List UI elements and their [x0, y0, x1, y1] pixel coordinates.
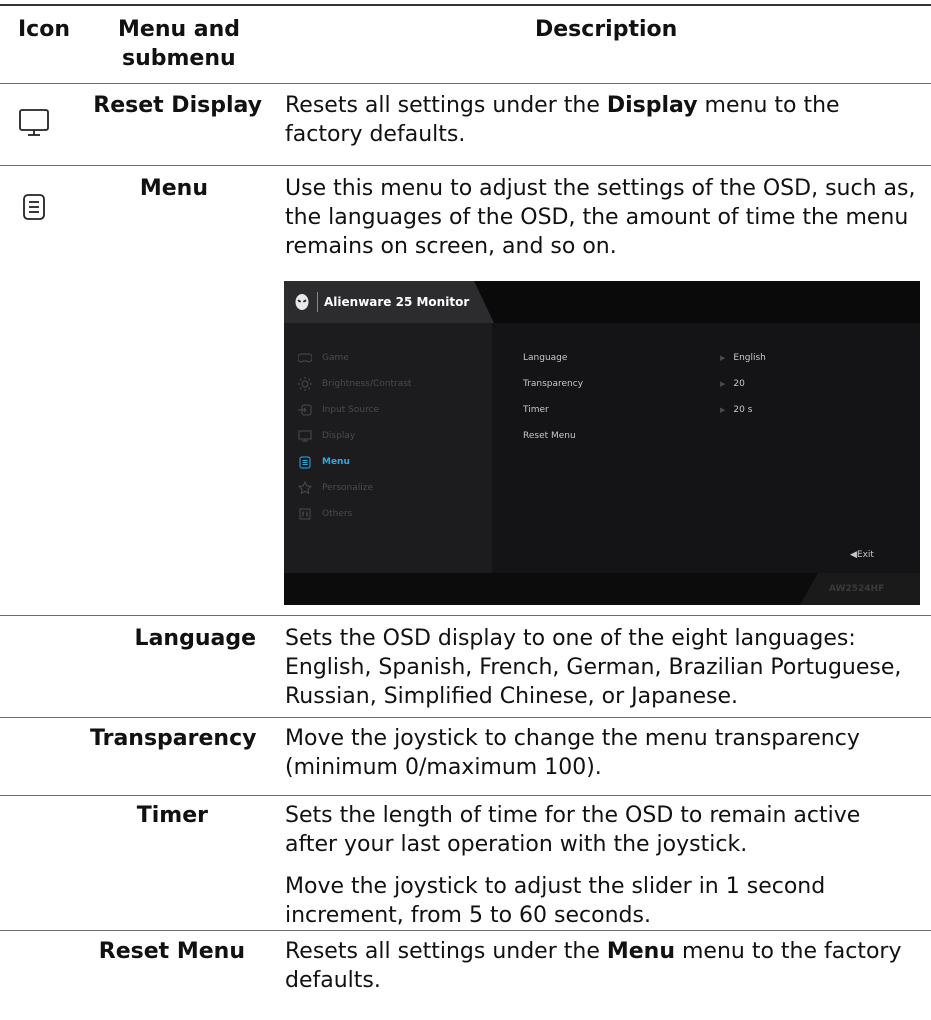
osd-setting-reset-menu[interactable]: Reset Menu	[523, 429, 576, 443]
header-menu-line1: Menu and	[118, 17, 241, 42]
arrow-right-icon: ▶	[720, 354, 726, 362]
table-top-rule	[0, 4, 931, 6]
row-rule-language	[0, 717, 931, 718]
osd-nav-item-personalize[interactable]: Personalize	[298, 479, 373, 497]
reset-menu-label: Reset Menu	[98, 939, 245, 964]
language-description: Sets the OSD display to one of the eight…	[285, 626, 902, 709]
row-rule-transparency	[0, 795, 931, 796]
alienware-logo-icon	[295, 294, 309, 310]
arrow-right-icon: ▶	[720, 380, 726, 388]
reset-display-description: Resets all settings under the Display me…	[285, 93, 840, 147]
header-description: Description	[535, 17, 678, 42]
osd-nav-item-others[interactable]: Others	[298, 505, 352, 523]
monitor-icon	[19, 109, 49, 136]
timer-description: Sets the length of time for the OSD to r…	[285, 803, 861, 928]
osd-nav-item-display[interactable]: Display	[298, 427, 355, 445]
reset-menu-description: Resets all settings under the Menu menu …	[285, 939, 902, 993]
osd-title: Alienware 25 Monitor	[324, 295, 470, 309]
osd-model-label: AW2524HF	[829, 584, 885, 594]
timer-label: Timer	[136, 803, 208, 828]
input-source-icon	[298, 403, 312, 417]
osd-setting-language[interactable]: Language	[523, 351, 567, 365]
osd-screenshot: Alienware 25 Monitor Game Brightness/Con…	[284, 281, 920, 605]
osd-nav-item-game[interactable]: Game	[298, 349, 349, 367]
osd-value-language: ▶ English	[720, 353, 766, 363]
osd-value-transparency: ▶ 20	[720, 379, 745, 389]
language-label: Language	[134, 626, 256, 651]
row-rule-menu	[0, 615, 931, 616]
menu-list-icon	[23, 194, 45, 220]
header-bottom-rule	[0, 83, 931, 84]
transparency-label: Transparency	[90, 726, 257, 751]
star-icon	[298, 481, 312, 495]
display-icon	[298, 429, 312, 443]
header-icon: Icon	[18, 17, 71, 42]
osd-nav-item-input-source[interactable]: Input Source	[298, 401, 379, 419]
osd-title-divider	[317, 292, 318, 312]
osd-setting-timer[interactable]: Timer	[523, 403, 549, 417]
gamepad-icon	[298, 351, 312, 365]
arrow-right-icon: ▶	[720, 406, 726, 414]
row-rule-timer	[0, 930, 931, 931]
menu-description: Use this menu to adjust the settings of …	[285, 176, 916, 259]
header-menu-line2: submenu	[122, 46, 236, 71]
osd-exit-button[interactable]: ◀Exit	[850, 548, 874, 562]
menu-label: Menu	[139, 176, 208, 201]
osd-setting-transparency[interactable]: Transparency	[523, 377, 583, 391]
osd-nav-item-brightness[interactable]: Brightness/Contrast	[298, 375, 411, 393]
transparency-description: Move the joystick to change the menu tra…	[285, 726, 860, 780]
osd-value-timer: ▶ 20 s	[720, 405, 753, 415]
osd-nav-item-menu[interactable]: Menu	[298, 453, 350, 471]
menu-icon	[298, 455, 312, 469]
others-icon	[298, 507, 312, 521]
brightness-icon	[298, 377, 312, 391]
row-rule-reset-display	[0, 165, 931, 166]
reset-display-label: Reset Display	[93, 93, 262, 118]
